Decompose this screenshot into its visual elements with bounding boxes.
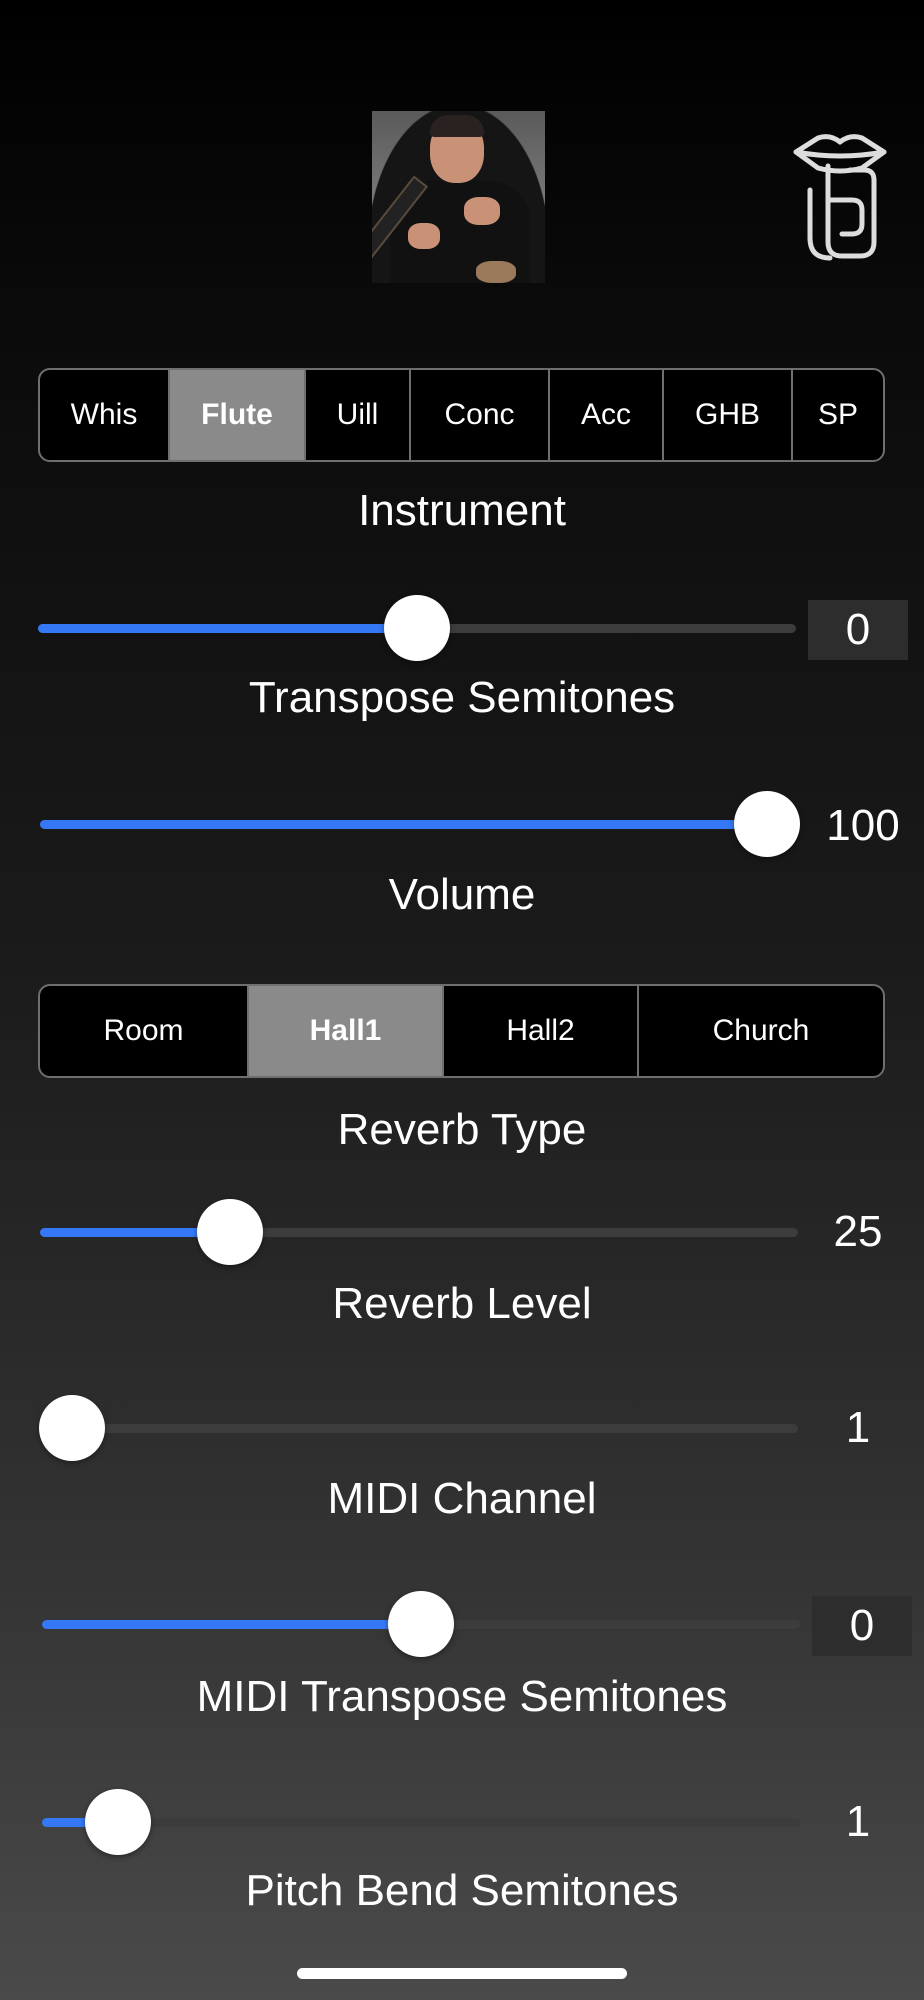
transpose-slider[interactable] bbox=[38, 595, 796, 661]
transpose-caption: Transpose Semitones bbox=[248, 673, 676, 722]
reverb-level-caption: Reverb Level bbox=[332, 1279, 592, 1328]
instrument-option-whis[interactable]: Whis bbox=[40, 370, 168, 460]
instrument-caption: Instrument bbox=[358, 486, 566, 535]
transpose-slider-thumb[interactable] bbox=[384, 595, 450, 661]
midi-transpose-caption: MIDI Transpose Semitones bbox=[196, 1672, 728, 1721]
midi-channel-caption: MIDI Channel bbox=[327, 1474, 597, 1523]
reverb-option-hall2[interactable]: Hall2 bbox=[442, 986, 637, 1076]
reverb-type-caption: Reverb Type bbox=[337, 1105, 587, 1154]
reverb-level-slider[interactable] bbox=[40, 1199, 798, 1265]
reverb-level-value: 25 bbox=[833, 1207, 883, 1256]
reverb-option-church[interactable]: Church bbox=[637, 986, 883, 1076]
player-photo bbox=[372, 111, 545, 283]
volume-slider-thumb[interactable] bbox=[734, 791, 800, 857]
instrument-option-ghb[interactable]: GHB bbox=[662, 370, 791, 460]
lips-finger-logo-icon[interactable] bbox=[790, 130, 890, 262]
reverb-option-hall1[interactable]: Hall1 bbox=[247, 986, 442, 1076]
midi-transpose-slider-thumb[interactable] bbox=[388, 1591, 454, 1657]
instrument-option-uill[interactable]: Uill bbox=[304, 370, 409, 460]
transpose-slider-fill bbox=[38, 624, 417, 633]
instrument-option-acc[interactable]: Acc bbox=[548, 370, 662, 460]
volume-slider-fill bbox=[40, 820, 767, 829]
reverb-type-selector[interactable]: Room Hall1 Hall2 Church bbox=[38, 984, 885, 1078]
pitch-bend-caption: Pitch Bend Semitones bbox=[245, 1866, 679, 1915]
midi-transpose-slider-fill bbox=[42, 1620, 421, 1629]
volume-slider[interactable] bbox=[40, 791, 800, 857]
instrument-option-conc[interactable]: Conc bbox=[409, 370, 548, 460]
midi-transpose-value: 0 bbox=[812, 1596, 912, 1656]
instrument-option-flute[interactable]: Flute bbox=[168, 370, 304, 460]
transpose-value: 0 bbox=[808, 600, 908, 660]
midi-channel-slider-thumb[interactable] bbox=[39, 1395, 105, 1461]
instrument-option-sp[interactable]: SP bbox=[791, 370, 883, 460]
midi-channel-slider[interactable] bbox=[39, 1395, 798, 1461]
pitch-bend-value: 1 bbox=[845, 1797, 871, 1846]
volume-caption: Volume bbox=[388, 870, 536, 919]
midi-channel-value: 1 bbox=[845, 1403, 871, 1452]
instrument-selector[interactable]: Whis Flute Uill Conc Acc GHB SP bbox=[38, 368, 885, 462]
reverb-level-slider-thumb[interactable] bbox=[196, 1199, 263, 1265]
home-indicator[interactable] bbox=[297, 1968, 627, 1979]
reverb-option-room[interactable]: Room bbox=[40, 986, 247, 1076]
pitch-bend-slider[interactable] bbox=[42, 1789, 800, 1855]
pitch-bend-slider-thumb[interactable] bbox=[84, 1789, 151, 1855]
volume-value: 100 bbox=[826, 801, 900, 850]
midi-transpose-slider[interactable] bbox=[42, 1591, 800, 1657]
